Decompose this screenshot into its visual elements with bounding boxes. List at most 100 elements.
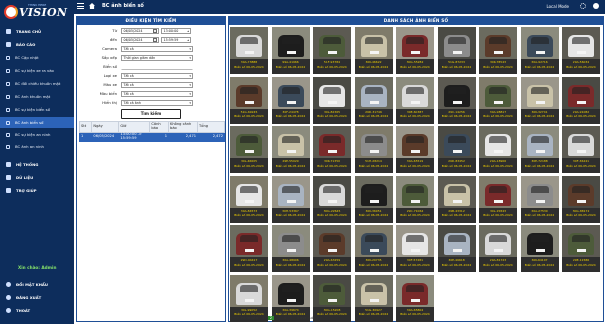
plate-image-card[interactable]: 30A-65519 Biển số 06-05-2024 xyxy=(396,126,434,173)
plate-image-card[interactable]: 29A-56034 Biển số 06-05-2024 xyxy=(562,27,600,74)
plate-image-card[interactable]: 30L-82365 Biển số 06-05-2024 xyxy=(313,76,351,124)
plate-image-card[interactable]: 29A-81723 Biển số 06-05-2024 xyxy=(479,225,517,272)
sidebar-item[interactable]: BC sự kiện an ninh xyxy=(0,129,74,140)
show-select[interactable]: Tất cả ảnh ▾ xyxy=(121,99,193,106)
plate-image-card[interactable]: 30K-78543 Biển số 06-05-2024 xyxy=(479,27,517,74)
pager-page[interactable]: 3 xyxy=(278,316,280,320)
sort-row: Sắp xếp Thời gian giảm dần ▾ xyxy=(77,54,227,62)
plate-image-card[interactable]: 30K-20735 Biển số 06-05-2024 xyxy=(354,225,393,272)
plate-image-card[interactable]: 30A-92716 Biển số 06-05-2024 xyxy=(520,27,559,74)
plate-image-card[interactable]: 30L-15843 Biển số 06-05-2024 xyxy=(479,175,517,223)
plate-image-card[interactable]: 30H-53367 Biển số 06-05-2024 xyxy=(271,175,310,223)
plate-image-card[interactable]: 29A-91082 Biển số 06-05-2024 xyxy=(562,76,600,124)
plate-image-card[interactable]: 29C-14256 Biển số 06-05-2024 xyxy=(437,76,476,124)
sidebar-item[interactable]: BC ảnh an ninh xyxy=(0,141,74,152)
sidebar-item[interactable]: TRỢ GIÚP xyxy=(0,185,74,196)
plate-image-card[interactable]: 30E-60387 Biển số 06-05-2024 xyxy=(396,76,434,124)
plate-image-card[interactable]: 29A-18906 Biển số 06-05-2024 xyxy=(479,126,517,173)
report-item-icon xyxy=(6,55,10,60)
plate-image-card[interactable]: 30A-48906 Biển số 06-05-2024 xyxy=(271,225,310,272)
plate-image-card[interactable]: 29D-31746 Biển số 06-05-2024 xyxy=(354,76,393,124)
to-time-input[interactable]: 15:59:59 ▴ xyxy=(161,36,191,43)
plate-image-card[interactable]: 30A-27530 Biển số 06-05-2024 xyxy=(520,175,559,223)
vehicle-windshield xyxy=(572,185,590,193)
to-date-input[interactable]: 06/05/2024 xyxy=(121,36,159,43)
plate-image-card[interactable]: 51G-30927 Biển số 06-05-2024 xyxy=(354,274,393,322)
vehicle-type-select[interactable]: Tất cả ▾ xyxy=(121,72,193,79)
pager-page-current[interactable]: 2 xyxy=(268,315,274,320)
license-plate xyxy=(245,51,254,54)
plate-image-card[interactable]: 30A-65804 Biển số 06-05-2024 xyxy=(396,274,434,322)
sidebar-item[interactable]: BC ảnh khuôn mặt xyxy=(0,91,74,102)
plate-image-card[interactable]: 30E-72188 Biển số 06-05-2024 xyxy=(520,126,559,173)
plate-color-select[interactable]: Tất cả ▾ xyxy=(121,90,193,97)
plate-image-card[interactable]: 29E-11586 Biển số 06-05-2024 xyxy=(562,225,600,272)
plate-image-card[interactable]: 29D-94417 Biển số 06-05-2024 xyxy=(230,225,268,272)
plate-image-card[interactable]: 51F-93784 Biển số 06-05-2024 xyxy=(313,27,351,74)
plate-image-card[interactable]: 30K-36951 Biển số 06-05-2024 xyxy=(354,175,393,223)
plate-image-card[interactable]: 30G-22645 Biển số 06-05-2024 xyxy=(313,175,351,223)
sidebar-item[interactable]: TRANG CHỦ xyxy=(0,26,74,37)
from-time-input[interactable]: 13:00:00 ▴ xyxy=(161,27,191,34)
pager-page[interactable]: 1 xyxy=(262,316,264,320)
plate-image-card[interactable]: 30K-46622 Biển số 06-05-2024 xyxy=(354,27,393,74)
plate-image-card[interactable]: 51H-28214 Biển số 06-05-2024 xyxy=(354,126,393,173)
plate-image-card[interactable]: 30L-46605 Biển số 06-05-2024 xyxy=(230,126,268,173)
plate-image-card[interactable]: 29A-63259 Biển số 06-05-2024 xyxy=(313,225,351,272)
plate-caption: 29D-31746 Biển số 06-05-2024 xyxy=(354,108,393,124)
vehicle-photo xyxy=(562,126,600,158)
sidebar-item[interactable]: BC ảnh biển số xyxy=(0,117,74,128)
plate-image-card[interactable]: 30A-98817 Biển số 06-05-2024 xyxy=(479,76,517,124)
plate-image-card[interactable]: 30K-32741 Biển số 06-05-2024 xyxy=(520,76,559,124)
sidebar-item[interactable]: BC Cập nhật xyxy=(0,52,74,63)
user-icon[interactable] xyxy=(593,3,599,9)
settings-icon[interactable] xyxy=(580,3,586,9)
sidebar-item[interactable]: BC sự kiện biển số xyxy=(0,104,74,115)
plate-image-card[interactable]: 30A-84573 Biển số 06-05-2024 xyxy=(230,175,268,223)
calendar-icon[interactable] xyxy=(153,38,157,43)
home-icon[interactable] xyxy=(89,3,95,9)
camera-select[interactable]: Tất cả ▾ xyxy=(121,45,193,52)
plate-image-card[interactable]: 30G-88172 Biển số 06-05-2024 xyxy=(562,175,600,223)
plate-image-card[interactable]: 30K-64107 Biển số 06-05-2024 xyxy=(520,225,559,272)
search-button[interactable]: Tìm kiếm xyxy=(121,109,181,119)
menu-toggle-icon[interactable] xyxy=(77,3,84,9)
pager-page[interactable]: 5 xyxy=(290,316,292,320)
sidebar-item[interactable]: BC đối chiếu khuôn mặt xyxy=(0,78,74,89)
plate-time: Biển số 06-05-2024 xyxy=(317,163,347,168)
plate-image-card[interactable]: 29E-55029 Biển số 06-05-2024 xyxy=(271,126,310,173)
sidebar-item[interactable]: BÁO CÁO xyxy=(0,39,74,50)
plate-image-card[interactable]: 51G-69245 Biển số 06-05-2024 xyxy=(230,76,268,124)
plate-time: Biển số 06-05-2024 xyxy=(441,64,472,69)
plate-image-card[interactable]: 99A-41966 Biển số 06-05-2024 xyxy=(271,27,310,74)
sidebar-item[interactable]: BC sự kiện xe ra vào xyxy=(0,65,74,76)
pager-page[interactable]: 4 xyxy=(284,316,286,320)
sidebar-bottom-item[interactable]: ĐĂNG XUẤT xyxy=(0,292,74,303)
sidebar-item[interactable]: HỆ THỐNG xyxy=(0,159,74,170)
plate-image-card[interactable]: 30F-24478 Biển số 06-05-2024 xyxy=(271,76,310,124)
license-plate xyxy=(452,100,462,104)
plate-image-card[interactable]: 30E-49618 Biển số 06-05-2024 xyxy=(437,225,476,272)
sidebar-bottom-item[interactable]: THOÁT xyxy=(0,305,74,316)
plate-image-card[interactable]: 29B-43312 Biển số 06-05-2024 xyxy=(437,175,476,223)
sort-select[interactable]: Thời gian giảm dần ▾ xyxy=(121,54,193,61)
pager-first[interactable]: << Trang đầu xyxy=(233,316,258,320)
pager-last[interactable]: Trang cuối >> xyxy=(296,316,322,320)
plate-image-card[interactable]: 30K-71350 Biển số 06-05-2024 xyxy=(313,126,351,173)
plate-image-card[interactable]: 29D-83452 Biển số 06-05-2024 xyxy=(437,126,476,173)
vehicle-color-select[interactable]: Tất cả ▾ xyxy=(121,81,193,88)
sidebar-item-label: TRỢ GIÚP xyxy=(16,188,37,193)
sidebar-bottom-item[interactable]: ĐỔI MẬT KHẨU xyxy=(0,279,74,290)
chevron-down-icon: ▾ xyxy=(189,46,191,51)
plate-image-card[interactable]: 30F-57281 Biển số 06-05-2024 xyxy=(396,225,434,272)
sidebar-item[interactable]: DỮ LIỆU xyxy=(0,172,74,183)
table-row[interactable]: 1 06/05/2024 13:00:00 -> 15:59:59 1 2,47… xyxy=(78,132,225,142)
plate-image-card[interactable]: 30G-55282 Biển số 06-05-2024 xyxy=(396,27,434,74)
calendar-icon[interactable] xyxy=(153,29,157,34)
plate-input[interactable] xyxy=(121,63,193,70)
plate-image-card[interactable]: 51G-87233 Biển số 06-05-2024 xyxy=(437,27,476,74)
plate-image-card[interactable]: 29C-71064 Biển số 06-05-2024 xyxy=(396,175,434,223)
from-date-input[interactable]: 06/05/2024 xyxy=(121,27,159,34)
plate-image-card[interactable]: 30F-36241 Biển số 06-05-2024 xyxy=(562,126,600,173)
plate-image-card[interactable]: 30A-73888 Biển số 06-05-2024 xyxy=(230,27,268,74)
